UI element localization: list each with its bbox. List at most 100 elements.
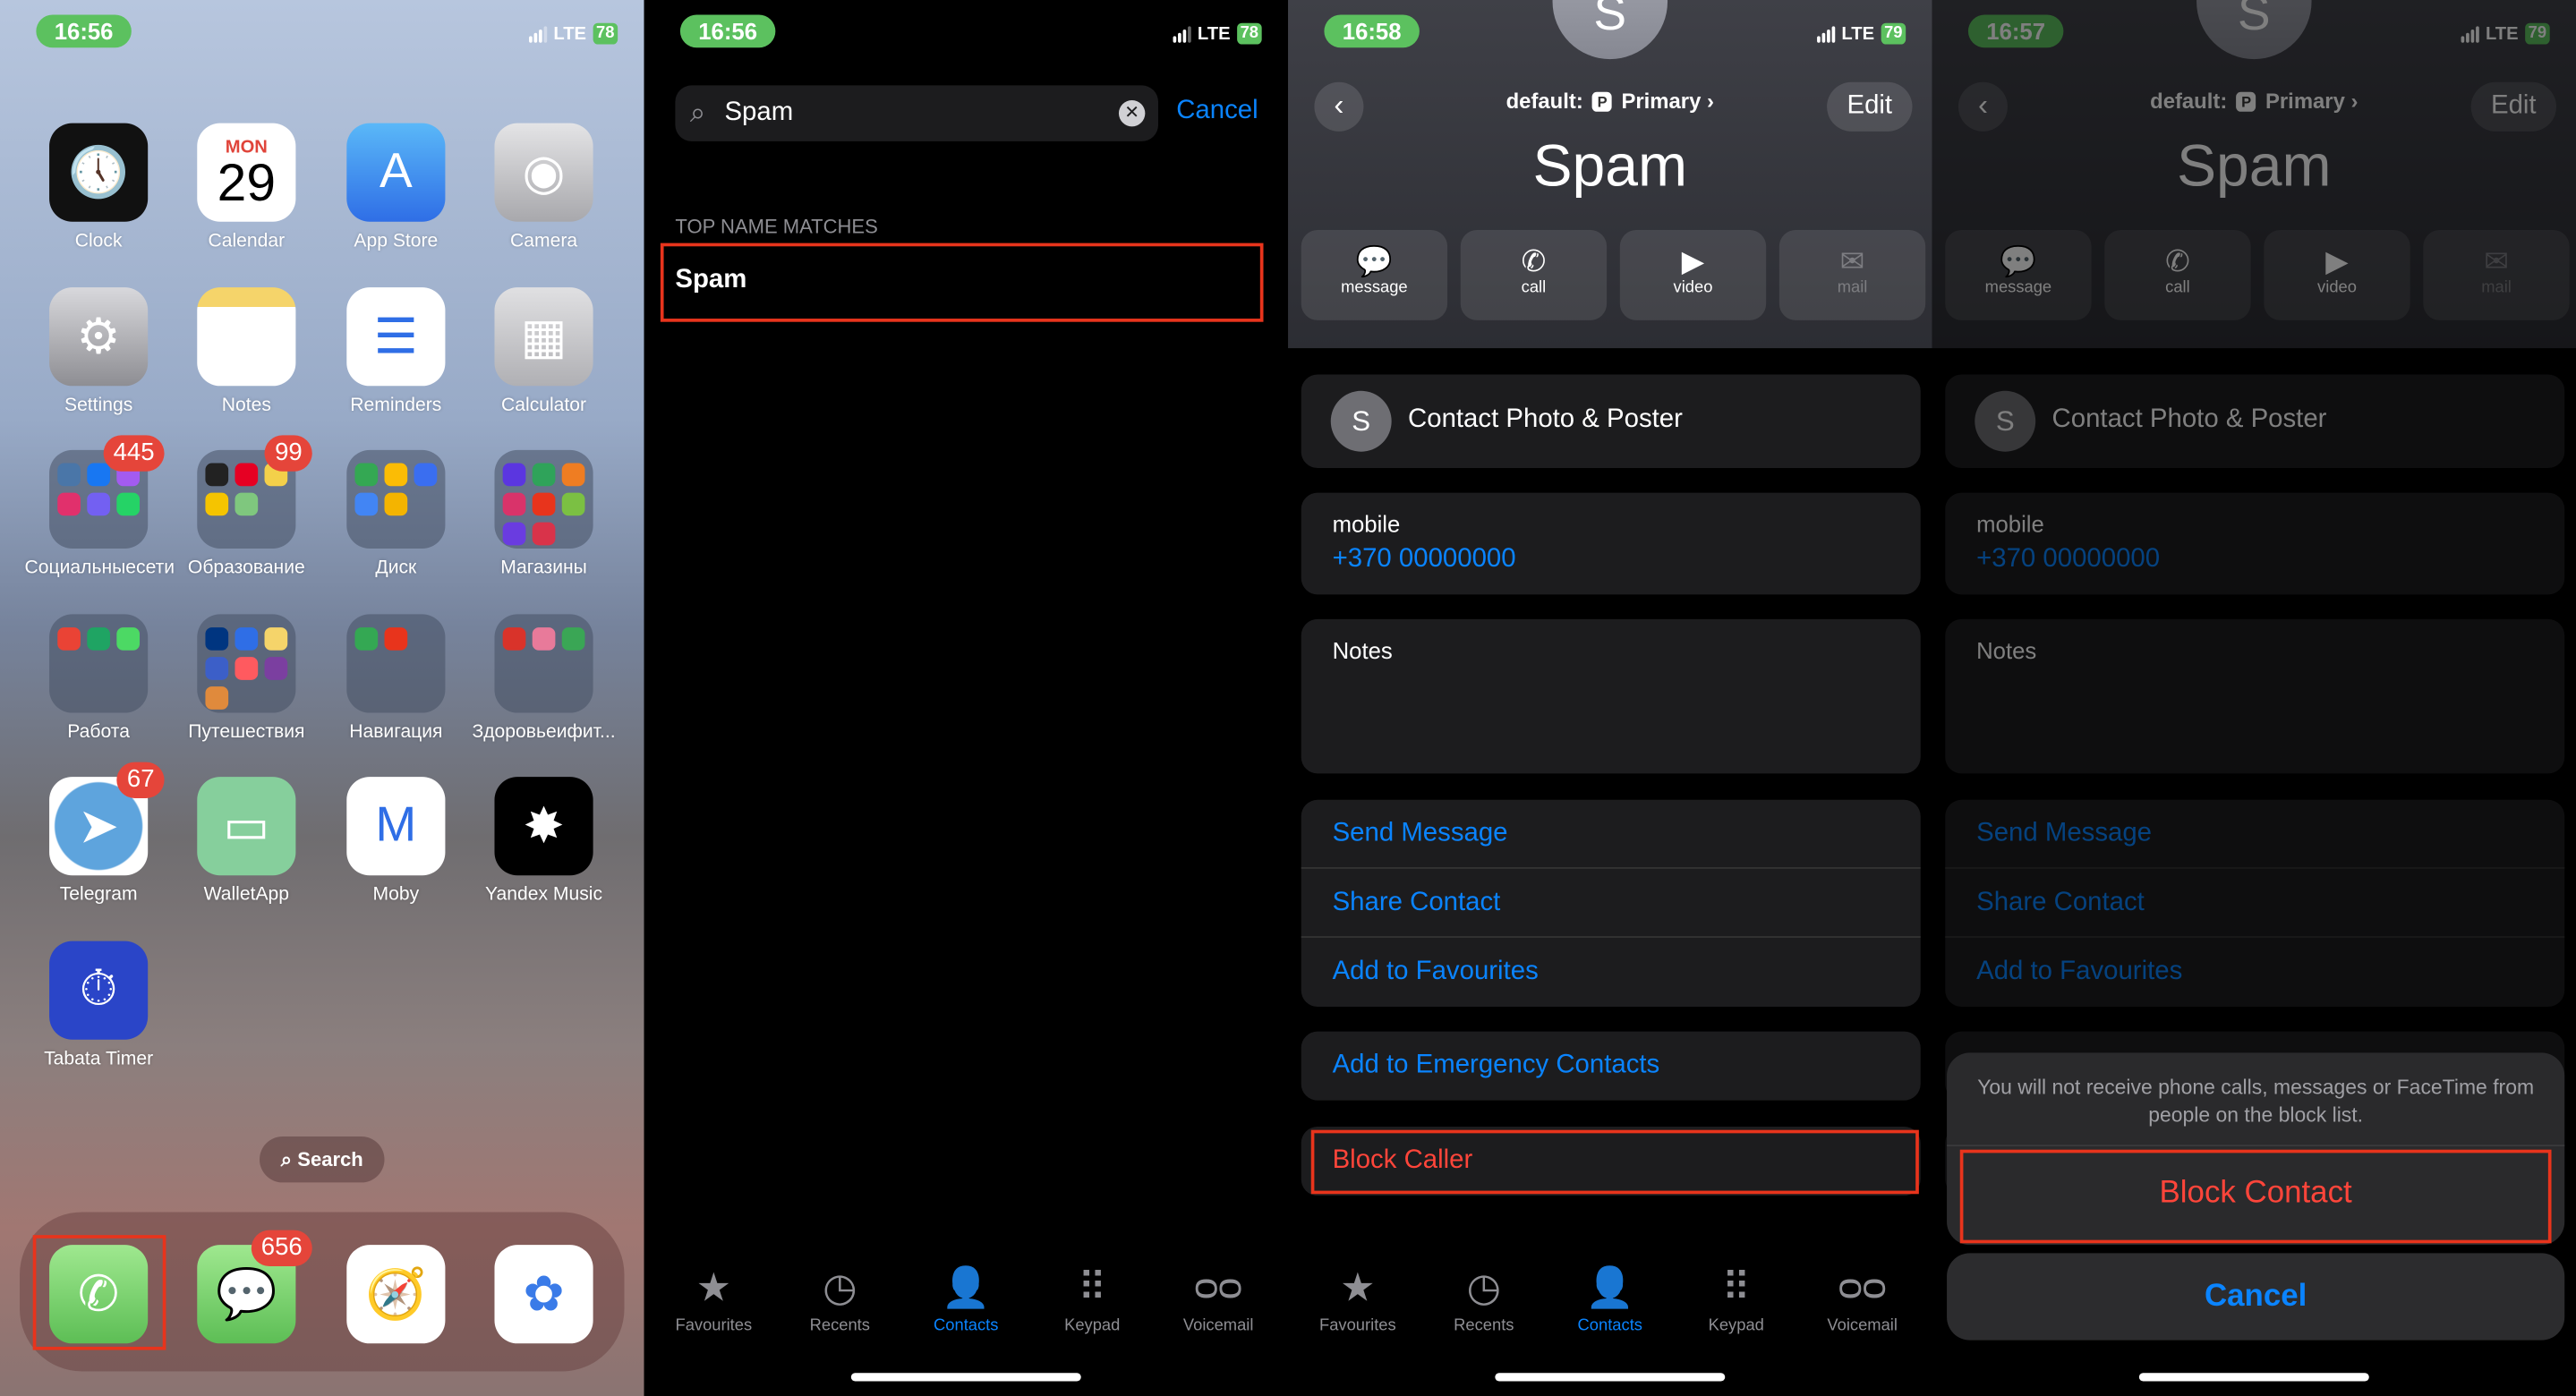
phone-icon: ✆ bbox=[49, 1245, 149, 1344]
app-label: Calculator bbox=[501, 396, 587, 416]
folder-app-icon bbox=[235, 657, 259, 680]
app-walletapp[interactable]: ▭ WalletApp bbox=[173, 777, 320, 905]
app-store-icon: A bbox=[346, 123, 446, 222]
tab-recents[interactable]: ◷ Recents bbox=[1420, 1264, 1547, 1347]
app-здоровьеифит-[interactable]: Здоровьеифит... bbox=[470, 614, 618, 743]
tab-label: Contacts bbox=[1577, 1316, 1642, 1336]
tab-label: Recents bbox=[809, 1316, 870, 1336]
folder-app-icon bbox=[87, 627, 110, 651]
notification-badge: 67 bbox=[116, 762, 165, 798]
app-label: Telegram bbox=[59, 885, 138, 906]
battery-level: 79 bbox=[1881, 22, 1906, 45]
reminders-icon: ☰ bbox=[346, 287, 446, 387]
tab-label: Keypad bbox=[1064, 1316, 1121, 1336]
folder-app-icon bbox=[235, 627, 259, 651]
dock-app-photos[interactable]: ✿ bbox=[470, 1245, 618, 1344]
app-образование[interactable]: 99 Образование bbox=[173, 435, 320, 579]
app-camera[interactable]: ◉ Camera bbox=[470, 123, 618, 251]
folder-app-icon bbox=[205, 463, 229, 487]
notification-badge: 99 bbox=[265, 435, 312, 472]
phone-number-link[interactable]: +370 00000000 bbox=[1333, 545, 1516, 575]
tab-favourites[interactable]: ★ Favourites bbox=[651, 1264, 777, 1347]
block-caller-button[interactable]: Block Caller bbox=[1301, 1127, 1921, 1196]
tab-keypad[interactable]: ⠿ Keypad bbox=[1029, 1264, 1156, 1347]
cancel-button[interactable]: Cancel bbox=[1947, 1253, 2565, 1341]
folder-icon: 99 bbox=[197, 435, 312, 549]
app-магазины[interactable]: Магазины bbox=[470, 449, 618, 579]
app-социальныесети[interactable]: 445 Социальныесети bbox=[25, 435, 175, 578]
dock-app-phone[interactable]: ✆ bbox=[25, 1245, 173, 1344]
folder-app-icon bbox=[57, 492, 81, 516]
phone-label: mobile bbox=[1332, 510, 1401, 538]
tab-contacts[interactable]: 👤 Contacts bbox=[903, 1264, 1029, 1347]
tab-recents[interactable]: ◷ Recents bbox=[777, 1264, 903, 1347]
tab-keypad[interactable]: ⠿ Keypad bbox=[1673, 1264, 1799, 1347]
folder-app-icon bbox=[116, 492, 141, 516]
app-notes[interactable]: Notes bbox=[173, 287, 320, 415]
share-contact-button[interactable]: Share Contact bbox=[1301, 869, 1921, 938]
cancel-button[interactable]: Cancel bbox=[1176, 97, 1258, 126]
app-путешествия[interactable]: Путешествия bbox=[173, 614, 320, 743]
folder-app-icon bbox=[235, 492, 259, 516]
app-label: Образование bbox=[187, 558, 305, 579]
tab-favourites[interactable]: ★ Favourites bbox=[1294, 1264, 1420, 1347]
action-label: video bbox=[1673, 279, 1713, 298]
message-action-button[interactable]: 💬message bbox=[1301, 229, 1448, 320]
search-result-spam[interactable]: Spam bbox=[675, 266, 746, 295]
video-action-button[interactable]: ▶video bbox=[1619, 229, 1767, 320]
app-label: Магазины bbox=[500, 558, 587, 579]
search-icon: ⌕ bbox=[280, 1147, 298, 1171]
add-emergency-contact-button[interactable]: Add to Emergency Contacts bbox=[1301, 1032, 1921, 1101]
app-reminders[interactable]: ☰ Reminders bbox=[322, 287, 470, 415]
notes-field[interactable]: Notes bbox=[1301, 618, 1921, 774]
app-label: Yandex Music bbox=[485, 885, 603, 906]
app-app-store[interactable]: A App Store bbox=[322, 123, 470, 251]
home-indicator[interactable] bbox=[850, 1373, 1081, 1382]
app-навигация[interactable]: Навигация bbox=[322, 614, 470, 743]
tab-contacts[interactable]: 👤 Contacts bbox=[1547, 1264, 1673, 1347]
app-работа[interactable]: Работа bbox=[25, 614, 173, 743]
app-moby[interactable]: M Moby bbox=[322, 777, 470, 905]
dock-app-messages[interactable]: 💬 656 bbox=[173, 1230, 320, 1344]
messages-icon: 💬 656 bbox=[197, 1230, 312, 1344]
app-yandex-music[interactable]: ✸ Yandex Music bbox=[470, 777, 618, 905]
telegram-icon: ➤ 67 bbox=[49, 762, 165, 876]
app-tabata-timer[interactable]: ⏱ Tabata Timer bbox=[25, 941, 173, 1069]
clock-icon: ◷ bbox=[1466, 1265, 1502, 1310]
tab-label: Voicemail bbox=[1182, 1316, 1254, 1336]
folder-app-icon bbox=[532, 627, 556, 651]
app-telegram[interactable]: ➤ 67 Telegram bbox=[25, 762, 173, 906]
tab-label: Favourites bbox=[1318, 1316, 1396, 1336]
folder-app-icon bbox=[264, 627, 288, 651]
home-search-button[interactable]: ⌕ Search bbox=[260, 1136, 385, 1183]
search-icon: ⌕ bbox=[689, 97, 706, 129]
account-name: Primary bbox=[1621, 89, 1702, 114]
tab-voicemail[interactable]: ᴑᴑ Voicemail bbox=[1156, 1264, 1282, 1347]
folder-app-icon bbox=[532, 492, 556, 516]
clear-search-icon[interactable]: ✕ bbox=[1118, 99, 1146, 127]
network-type: LTE bbox=[1841, 23, 1875, 44]
home-indicator[interactable] bbox=[1495, 1373, 1726, 1382]
app-settings[interactable]: ⚙ Settings bbox=[25, 287, 173, 415]
calendar-date: 29 bbox=[217, 152, 276, 212]
app-calculator[interactable]: ▦ Calculator bbox=[470, 287, 618, 415]
app-диск[interactable]: Диск bbox=[322, 449, 470, 578]
call-action-button[interactable]: ✆call bbox=[1460, 229, 1608, 320]
send-message-button[interactable]: Send Message bbox=[1301, 800, 1921, 869]
account-prefix: default: bbox=[1506, 89, 1583, 114]
app-calendar[interactable]: MON 29 Calendar bbox=[173, 123, 320, 251]
dock-app-safari[interactable]: 🧭 bbox=[322, 1245, 470, 1344]
app-label: Здоровьеифит... bbox=[472, 722, 616, 743]
add-to-favourites-button[interactable]: Add to Favourites bbox=[1301, 938, 1921, 1007]
tab-voicemail[interactable]: ᴑᴑ Voicemail bbox=[1799, 1264, 1925, 1347]
action-sheet: You will not receive phone calls, messag… bbox=[1947, 1052, 2565, 1246]
block-contact-button[interactable]: Block Contact bbox=[1947, 1146, 2564, 1241]
search-input[interactable]: ⌕ Spam ✕ bbox=[675, 85, 1159, 141]
app-clock[interactable]: 🕔 Clock bbox=[25, 123, 173, 251]
contact-photo-poster-button[interactable]: S Contact Photo & Poster bbox=[1301, 374, 1921, 469]
home-indicator[interactable] bbox=[2138, 1373, 2369, 1382]
edit-button[interactable]: Edit bbox=[1827, 81, 1913, 132]
app-label: Settings bbox=[64, 396, 133, 416]
section-header: TOP NAME MATCHES bbox=[675, 215, 878, 239]
stopwatch-icon: ⏱ bbox=[49, 941, 149, 1040]
